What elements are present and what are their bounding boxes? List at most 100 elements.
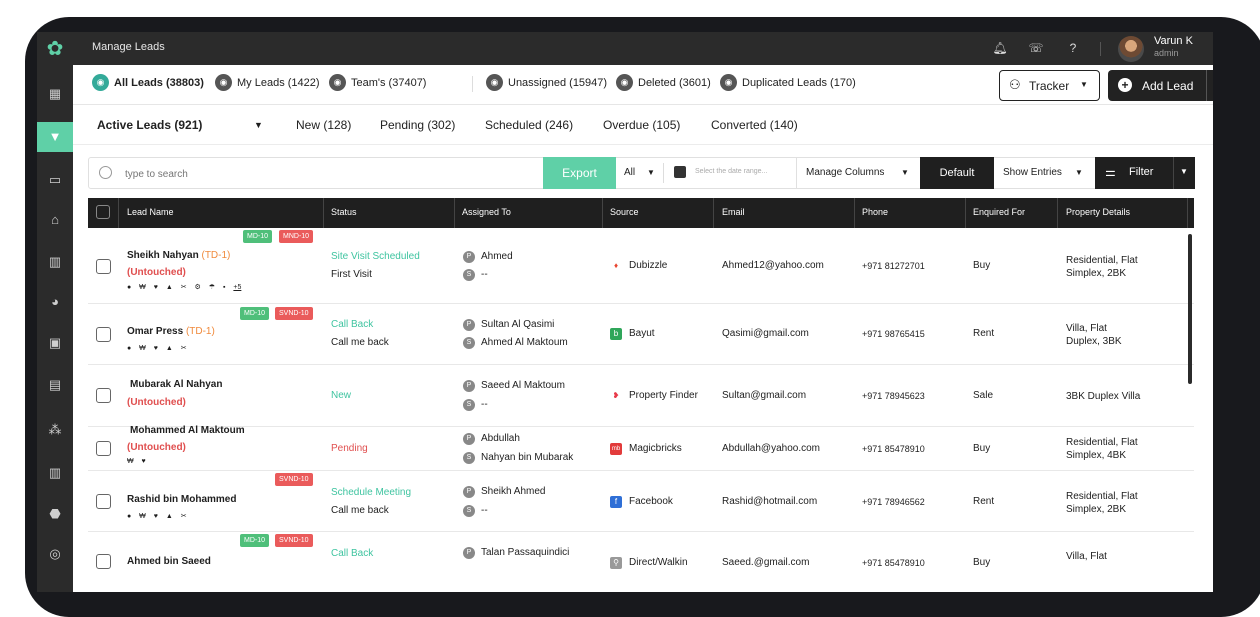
- email-text[interactable]: Saeed.@gmail.com: [722, 557, 809, 568]
- chevron-down-icon[interactable]: ▼: [647, 168, 655, 177]
- mnd-badge: MND-10: [279, 230, 314, 243]
- header-lead-name[interactable]: Lead Name: [127, 207, 174, 217]
- table-row[interactable]: MD-10 MND-10 Sheikh Nahyan (TD-1) (Untou…: [88, 228, 1194, 304]
- avatar[interactable]: [1118, 36, 1144, 62]
- calendar-icon[interactable]: ▣: [37, 328, 73, 358]
- property-details: Residential, Flat Simplex, 2BK: [1066, 490, 1138, 516]
- tab-team-leads[interactable]: Team's (37407): [351, 77, 426, 89]
- row-checkbox[interactable]: [96, 388, 111, 403]
- chevron-down-icon[interactable]: ▼: [1180, 167, 1188, 176]
- tab-unassigned[interactable]: Unassigned (15947): [508, 77, 607, 89]
- properties-icon[interactable]: ⌂: [37, 205, 73, 235]
- secondary-assignee-icon: S: [463, 452, 475, 464]
- table-row[interactable]: SVND-10 Rashid bin Mohammed ● ₩ ♥ ▲ ✂ Sc…: [88, 471, 1194, 532]
- phone-text[interactable]: +971 85478910: [862, 558, 925, 568]
- email-text[interactable]: Rashid@hotmail.com: [722, 496, 817, 507]
- help-icon[interactable]: ?: [1065, 40, 1081, 56]
- status-text: Call Back: [331, 548, 374, 559]
- tab-duplicated[interactable]: Duplicated Leads (170): [742, 77, 856, 89]
- lead-name[interactable]: Sheikh Nahyan (TD-1): [127, 250, 230, 261]
- tab-active-leads[interactable]: Active Leads (921): [97, 118, 202, 132]
- tab-scheduled[interactable]: Scheduled (246): [485, 118, 573, 132]
- more-icons-link[interactable]: +5: [233, 284, 241, 291]
- header-phone[interactable]: Phone: [862, 207, 888, 217]
- tab-converted[interactable]: Converted (140): [711, 118, 798, 132]
- email-text[interactable]: Abdullah@yahoo.com: [722, 443, 820, 454]
- tab-pending[interactable]: Pending (302): [380, 118, 455, 132]
- phone-text[interactable]: +971 85478910: [862, 444, 925, 454]
- projects-icon[interactable]: ▥: [37, 458, 73, 488]
- duplicate-icon: ◉: [720, 74, 737, 91]
- header-status[interactable]: Status: [331, 207, 357, 217]
- row-checkbox[interactable]: [96, 259, 111, 274]
- bell-icon[interactable]: 🔔︎: [992, 40, 1008, 56]
- primary-assignee: Saeed Al Maktoum: [481, 380, 565, 391]
- tab-new[interactable]: New (128): [296, 118, 351, 132]
- table-row[interactable]: Mohammed Al Maktoum (Untouched) ₩ ♥ Pend…: [88, 425, 1194, 471]
- row-checkbox[interactable]: [96, 327, 111, 342]
- lead-activity-icons: ₩ ♥: [127, 458, 149, 465]
- property-details: 3BK Duplex Villa: [1066, 391, 1141, 402]
- search-input[interactable]: [125, 165, 535, 183]
- export-button[interactable]: Export: [543, 157, 616, 189]
- header-assigned-to[interactable]: Assigned To: [462, 207, 511, 217]
- support-icon[interactable]: ◎: [37, 539, 73, 569]
- show-entries-select[interactable]: Show Entries: [1003, 167, 1062, 178]
- tasks-icon[interactable]: ▤: [37, 370, 73, 400]
- email-text[interactable]: Qasimi@gmail.com: [722, 328, 809, 339]
- dashboard-icon[interactable]: ▦: [37, 79, 73, 109]
- all-select[interactable]: All: [624, 167, 635, 178]
- header-source[interactable]: Source: [610, 207, 639, 217]
- tracker-button[interactable]: ⚇ Tracker ▼: [999, 70, 1100, 101]
- date-range-input[interactable]: Select the date range...: [695, 168, 767, 175]
- facebook-icon: f: [610, 496, 622, 508]
- row-checkbox[interactable]: [96, 441, 111, 456]
- chevron-down-icon[interactable]: ▼: [254, 120, 263, 130]
- email-text[interactable]: Ahmed12@yahoo.com: [722, 260, 824, 271]
- lead-tag: (TD-1): [185, 326, 215, 337]
- phone-icon[interactable]: ☏: [1028, 40, 1044, 56]
- manage-columns-select[interactable]: Manage Columns: [806, 167, 884, 178]
- lead-name[interactable]: Mohammed Al Maktoum: [130, 425, 245, 436]
- settings-icon[interactable]: ⬣: [37, 499, 73, 529]
- reports-icon[interactable]: ◕: [37, 287, 73, 317]
- phone-text[interactable]: +971 81272701: [862, 261, 925, 271]
- tab-overdue[interactable]: Overdue (105): [603, 118, 680, 132]
- team-icon[interactable]: ⁂: [37, 415, 73, 445]
- header-email[interactable]: Email: [722, 207, 745, 217]
- filter-button[interactable]: ⚌ Filter ▼: [1095, 157, 1195, 189]
- lead-name[interactable]: Rashid bin Mohammed: [127, 494, 236, 505]
- lead-name[interactable]: Ahmed bin Saeed: [127, 556, 211, 567]
- row-checkbox[interactable]: [96, 554, 111, 569]
- table-scrollbar[interactable]: [1188, 234, 1192, 384]
- row-checkbox[interactable]: [96, 494, 111, 509]
- tab-deleted[interactable]: Deleted (3601): [638, 77, 711, 89]
- chevron-down-icon[interactable]: ▼: [901, 168, 909, 177]
- tab-my-leads[interactable]: My Leads (1422): [237, 77, 320, 89]
- table-header: Lead Name Status Assigned To Source Emai…: [88, 198, 1194, 228]
- phone-text[interactable]: +971 78946562: [862, 497, 925, 507]
- untouched-label: (Untouched): [127, 397, 186, 408]
- chevron-down-icon[interactable]: ▼: [1075, 168, 1083, 177]
- phone-text[interactable]: +971 98765415: [862, 329, 925, 339]
- phone-text[interactable]: +971 78945623: [862, 391, 925, 401]
- add-lead-button[interactable]: + Add Lead ▼: [1108, 70, 1213, 101]
- table-row[interactable]: Mubarak Al Nahyan (Untouched) New P Saee…: [88, 365, 1194, 427]
- email-text[interactable]: Sultan@gmail.com: [722, 390, 806, 401]
- leads-icon[interactable]: ▼: [37, 122, 73, 152]
- tab-all-leads[interactable]: All Leads (38803): [114, 77, 204, 89]
- lead-name[interactable]: Mubarak Al Nahyan: [130, 379, 222, 390]
- table-row[interactable]: MD-10 SVND-10 Ahmed bin Saeed Call Back …: [88, 532, 1194, 592]
- buildings-icon[interactable]: ▥: [37, 247, 73, 277]
- default-button[interactable]: Default: [920, 157, 994, 189]
- lead-name[interactable]: Omar Press (TD-1): [127, 326, 215, 337]
- header-property-details[interactable]: Property Details: [1066, 207, 1130, 217]
- status-text: New: [331, 390, 352, 401]
- select-all-checkbox[interactable]: [96, 205, 110, 219]
- contacts-icon[interactable]: ▭: [37, 165, 73, 195]
- divider: [854, 198, 855, 228]
- svnd-badge: SVND-10: [275, 473, 313, 486]
- table-row[interactable]: MD-10 SVND-10 Omar Press (TD-1) ● ₩ ♥ ▲ …: [88, 304, 1194, 365]
- team-leads-icon: ◉: [329, 74, 346, 91]
- header-enquired-for[interactable]: Enquired For: [973, 207, 1025, 217]
